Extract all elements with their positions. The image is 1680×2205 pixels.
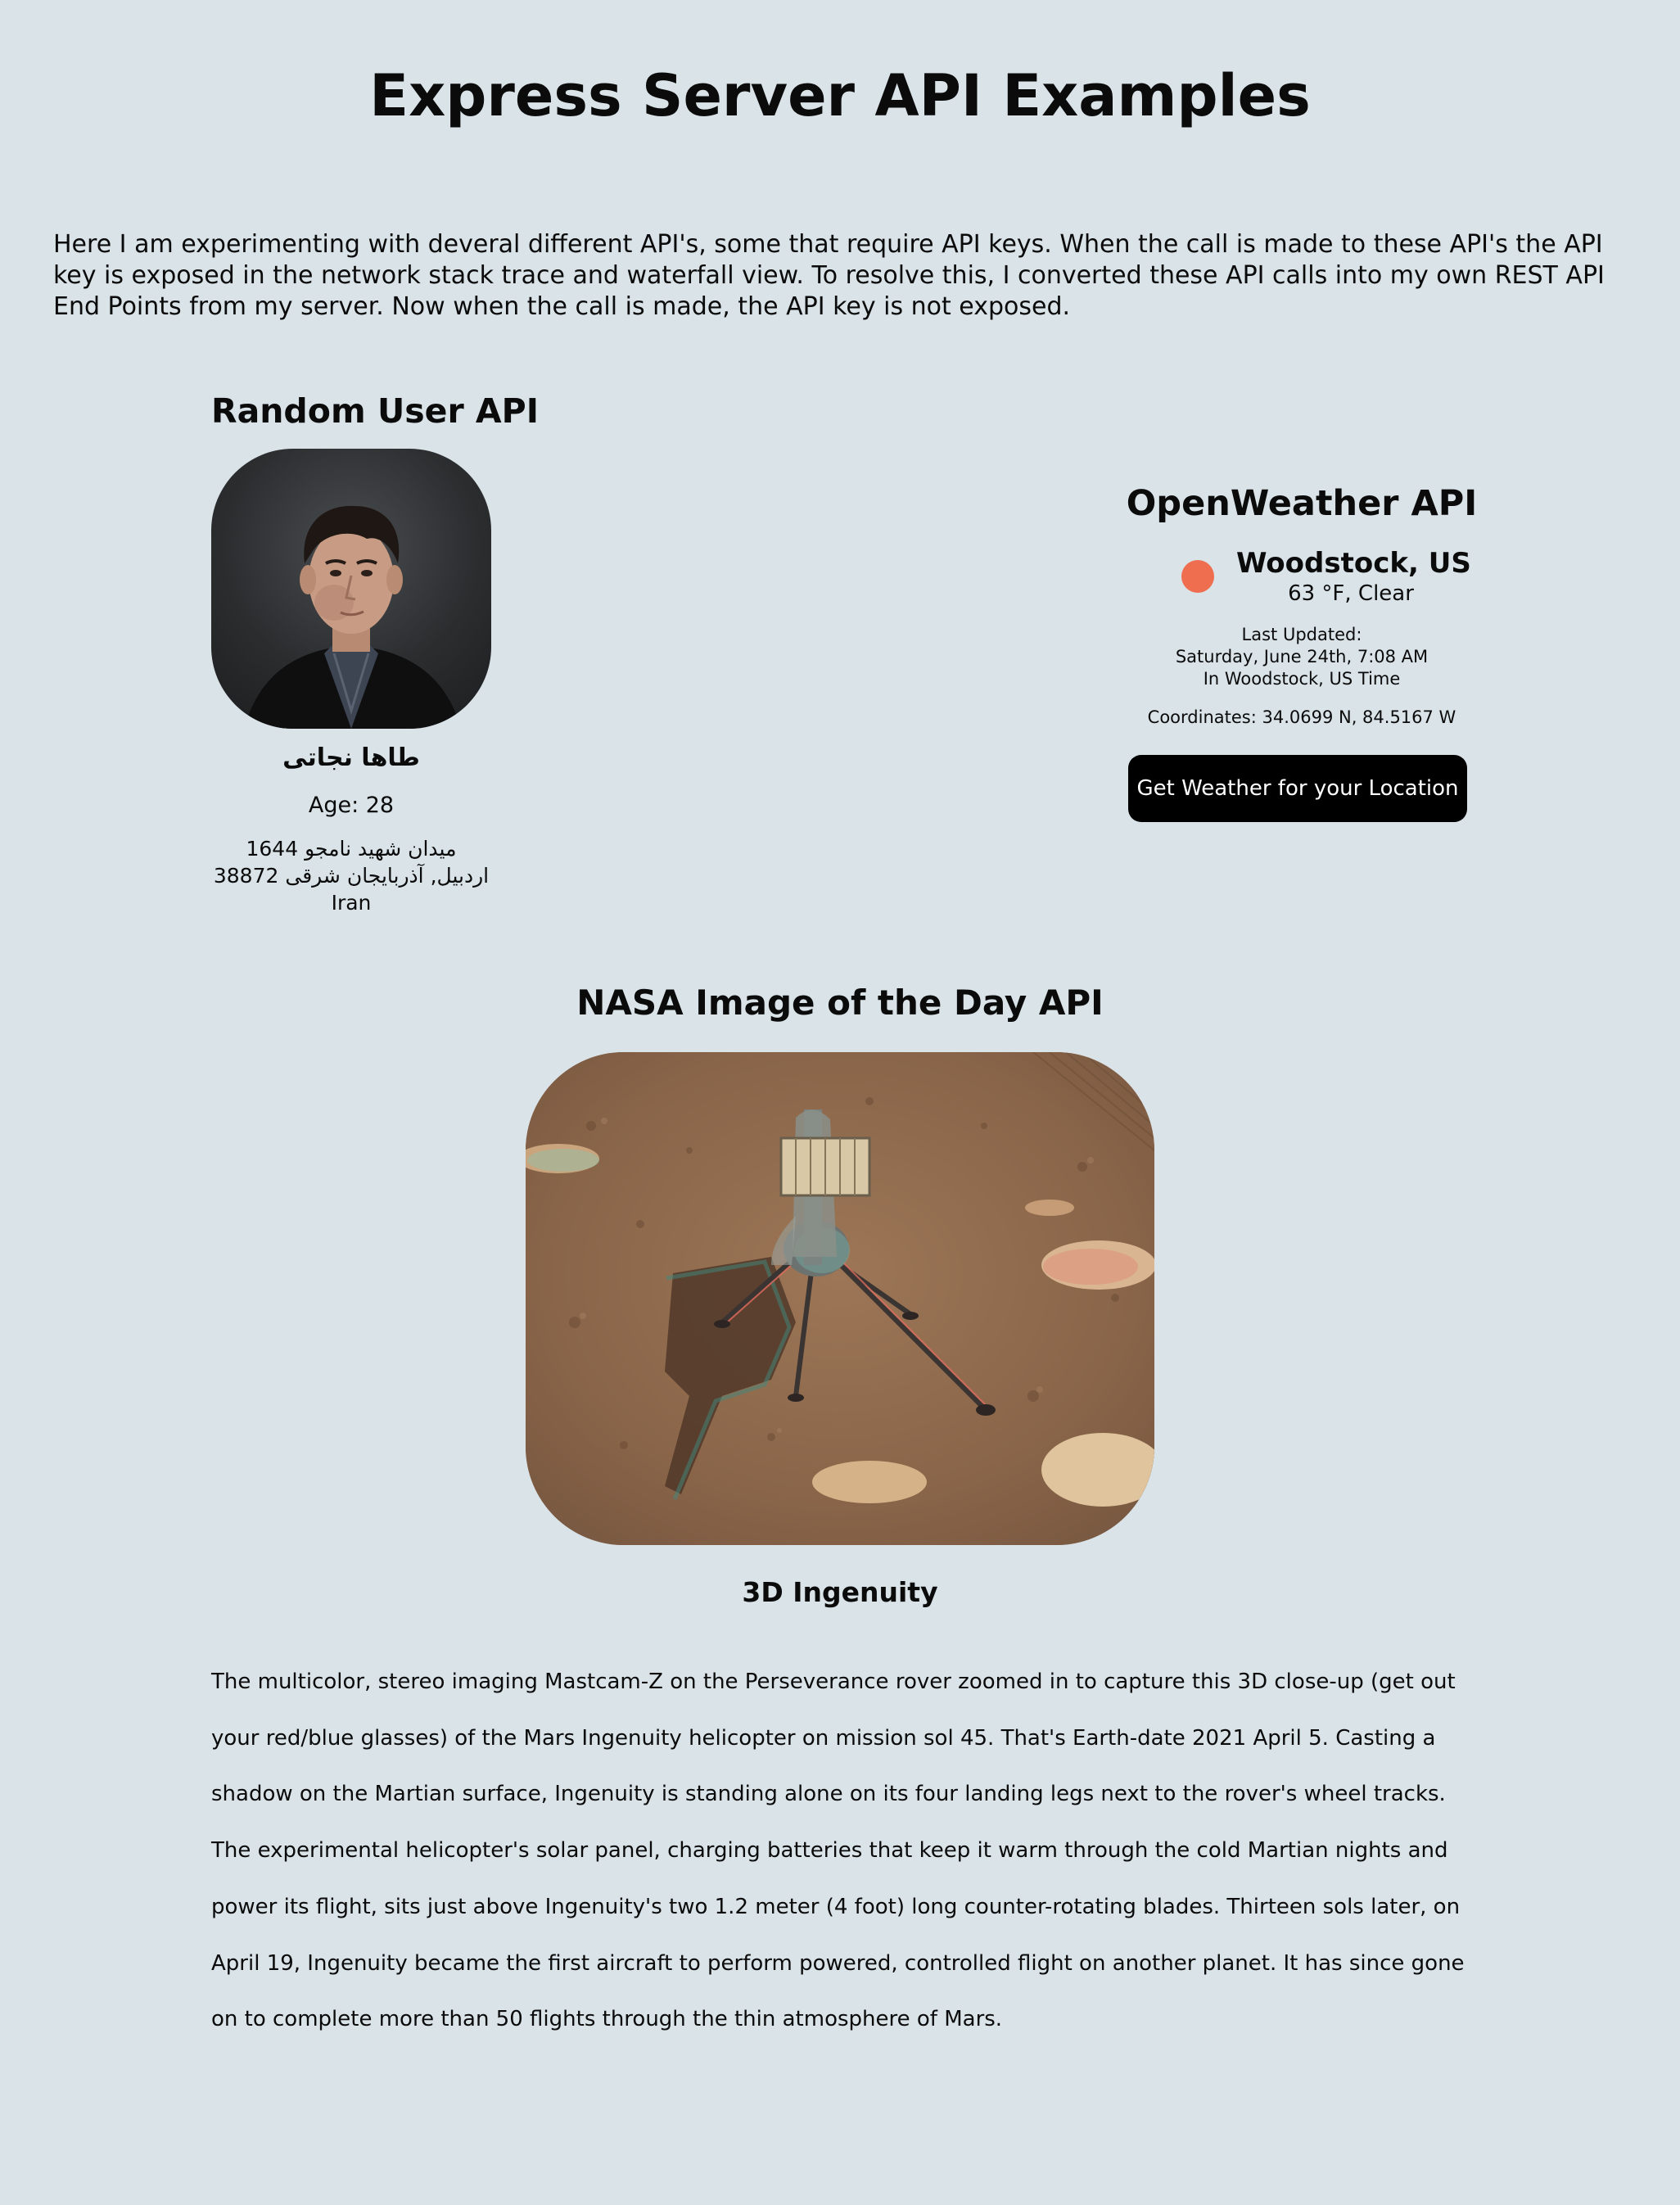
nasa-title: NASA Image of the Day API xyxy=(576,983,1104,1023)
user-age: Age: 28 xyxy=(308,793,395,818)
weather-coordinates: Coordinates: 34.0699 N, 84.5167 W xyxy=(1147,707,1456,727)
weather-last-updated-time: Saturday, June 24th, 7:08 AM xyxy=(1175,647,1429,666)
user-name: طاها نجاتی xyxy=(282,743,420,772)
nasa-image xyxy=(526,1052,1154,1545)
weather-conditions: 63 °F, Clear xyxy=(1288,581,1414,606)
weather-city: Woodstock, US xyxy=(1236,547,1471,580)
weather-title: OpenWeather API xyxy=(1126,483,1478,524)
user-country: Iran xyxy=(331,891,372,915)
weather-timezone-note: In Woodstock, US Time xyxy=(1203,669,1401,689)
user-address-line1: 1644 میدان شهید نامجو xyxy=(246,837,457,861)
page-title: Express Server API Examples xyxy=(369,62,1311,129)
random-user-title: Random User API xyxy=(211,391,539,431)
get-weather-button[interactable]: Get Weather for your Location xyxy=(1128,755,1467,822)
weather-last-updated: Last Updated: Saturday, June 24th, 7:08 … xyxy=(1097,624,1506,690)
user-address: 1644 میدان شهید نامجو اردبیل, آذربایجان … xyxy=(162,835,540,916)
user-avatar xyxy=(211,449,491,729)
nasa-image-description: The multicolor, stereo imaging Mastcam-Z… xyxy=(211,1670,1465,2032)
user-address-line2: اردبیل, آذربایجان شرقی 38872 xyxy=(213,864,490,888)
nasa-image-title: 3D Ingenuity xyxy=(742,1576,938,1608)
weather-last-updated-label: Last Updated: xyxy=(1241,625,1362,644)
random-user-card: Random User API طاها نجاتی Age: 28 1644 … xyxy=(211,391,539,915)
user-portrait-image xyxy=(244,505,461,729)
intro-paragraph: Here I am experimenting with deveral dif… xyxy=(53,230,1605,321)
weather-status-icon xyxy=(1181,560,1214,593)
mars-helicopter-image xyxy=(526,1052,1154,1545)
